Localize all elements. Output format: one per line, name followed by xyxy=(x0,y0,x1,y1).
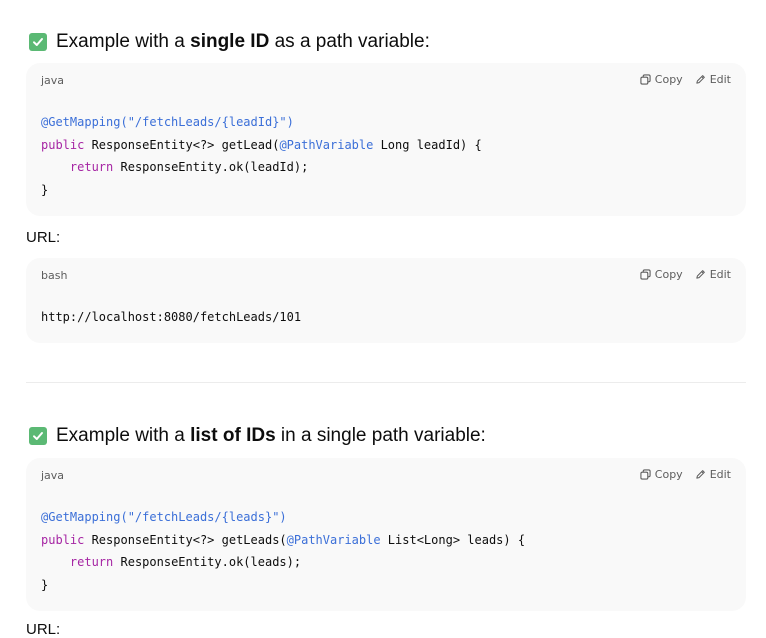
code-block-java-single: java Copy Edit @GetMapping("/fetchLeads/… xyxy=(26,63,746,216)
section2-heading: Example with a list of IDs in a single p… xyxy=(29,423,486,449)
url-label: URL: xyxy=(26,229,61,246)
section1-heading-prefix: Example with a xyxy=(56,31,185,52)
copy-icon xyxy=(640,74,651,85)
code-annotation: @PathVariable xyxy=(286,532,381,547)
edit-icon xyxy=(696,75,705,84)
code-language-label: bash xyxy=(41,269,68,282)
section1-heading-suffix: as a path variable: xyxy=(274,31,430,52)
code-text: } xyxy=(41,577,49,592)
code-keyword: public xyxy=(41,137,85,152)
check-icon xyxy=(29,33,47,51)
url-label: URL: xyxy=(26,621,61,638)
section2-heading-prefix: Example with a xyxy=(56,425,185,446)
code-content: http://localhost:8080/fetchLeads/101 xyxy=(41,306,301,329)
edit-label: Edit xyxy=(709,73,731,86)
code-language-label: java xyxy=(41,74,65,87)
code-actions: Copy Edit xyxy=(640,268,731,281)
copy-icon xyxy=(640,269,651,280)
copy-button[interactable]: Copy xyxy=(640,468,683,481)
copy-button[interactable]: Copy xyxy=(640,268,683,281)
code-text: List<Long> leads) { xyxy=(380,532,526,547)
code-text: ResponseEntity.ok(leads); xyxy=(113,555,302,569)
code-text: } xyxy=(41,182,49,197)
edit-button[interactable]: Edit xyxy=(695,468,731,481)
section2-heading-suffix: in a single path variable: xyxy=(280,425,486,446)
check-icon xyxy=(29,427,47,445)
edit-button[interactable]: Edit xyxy=(695,268,731,281)
copy-label: Copy xyxy=(654,268,683,281)
code-block-bash: bash Copy Edit http://localhost:8080/fet… xyxy=(26,258,746,343)
section-divider xyxy=(26,382,746,383)
code-keyword: return xyxy=(69,555,114,569)
code-keyword: return xyxy=(69,160,114,174)
edit-icon xyxy=(696,270,705,279)
code-actions: Copy Edit xyxy=(640,73,731,86)
code-text: Long leadId) { xyxy=(373,137,482,152)
code-actions: Copy Edit xyxy=(640,468,731,481)
code-text: ResponseEntity<?> getLeads( xyxy=(84,532,287,547)
code-keyword: public xyxy=(41,532,85,547)
copy-label: Copy xyxy=(654,73,683,86)
code-annotation: @GetMapping("/fetchLeads/{leadId}") xyxy=(41,115,294,129)
section2-heading-bold: list of IDs xyxy=(190,425,276,446)
edit-label: Edit xyxy=(709,468,731,481)
edit-button[interactable]: Edit xyxy=(695,73,731,86)
edit-icon xyxy=(696,470,705,479)
code-text: http://localhost:8080/fetchLeads/101 xyxy=(41,310,302,324)
copy-button[interactable]: Copy xyxy=(640,73,683,86)
copy-label: Copy xyxy=(654,468,683,481)
code-language-label: java xyxy=(41,469,65,482)
edit-label: Edit xyxy=(709,268,731,281)
code-annotation: @GetMapping("/fetchLeads/{leads}") xyxy=(41,510,287,524)
section1-heading-bold: single ID xyxy=(190,31,270,52)
code-content: @GetMapping("/fetchLeads/{leadId}") publ… xyxy=(41,111,482,201)
code-content: @GetMapping("/fetchLeads/{leads}") publi… xyxy=(41,506,525,596)
code-text: ResponseEntity<?> getLead( xyxy=(84,137,280,152)
code-block-java-list: java Copy Edit @GetMapping("/fetchLeads/… xyxy=(26,458,746,611)
code-annotation: @PathVariable xyxy=(279,137,374,152)
copy-icon xyxy=(640,469,651,480)
section1-heading: Example with a single ID as a path varia… xyxy=(29,29,430,55)
code-text: ResponseEntity.ok(leadId); xyxy=(113,160,309,174)
